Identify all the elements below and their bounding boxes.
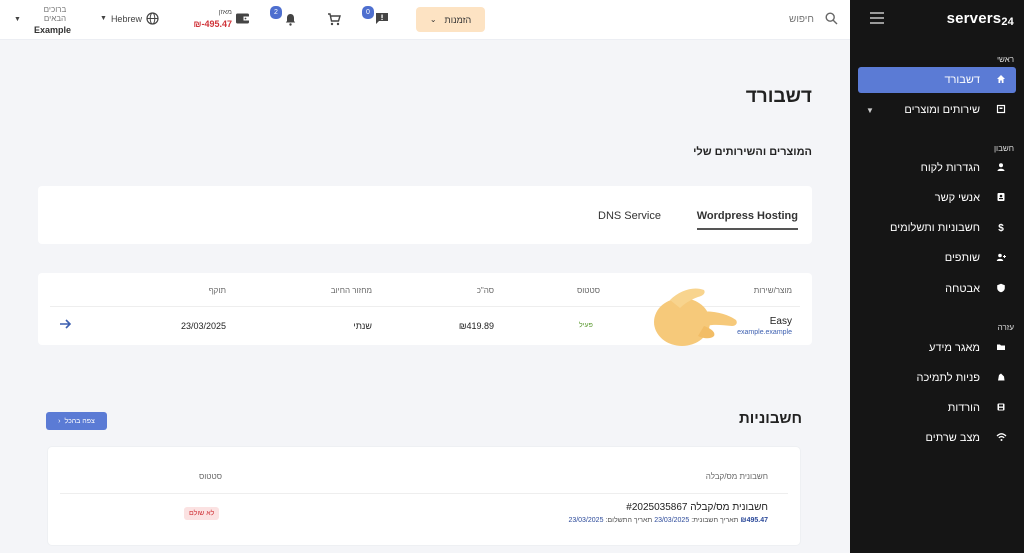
column-header: תוקף: [208, 286, 226, 295]
shield-icon: [994, 283, 1008, 295]
tab-wordpress-hosting[interactable]: Wordpress Hosting: [696, 210, 798, 230]
column-header: מחזור החיוב: [330, 286, 372, 295]
wifi-icon: [994, 432, 1008, 444]
partners-icon: [994, 252, 1008, 264]
sidebar-item-server-status[interactable]: מצב שרתים: [858, 425, 1016, 451]
support-icon: [994, 372, 1008, 384]
cart-button[interactable]: [326, 11, 342, 27]
contacts-icon: [994, 192, 1008, 204]
message-icon: [376, 12, 388, 24]
sidebar-item-knowledgebase[interactable]: מאגר מידע: [858, 335, 1016, 361]
invoices-table: חשבונית מס/קבלה סטטוס חשבונית מס/קבלה #2…: [47, 446, 801, 546]
products-section-title: המוצרים והשירותים שלי: [693, 146, 812, 158]
home-icon: [994, 74, 1008, 86]
column-header: סטטוס: [576, 286, 600, 295]
sidebar-item-support[interactable]: פניות לתמיכה: [858, 365, 1016, 391]
divider: [60, 493, 788, 494]
messages-button[interactable]: [374, 10, 390, 26]
service-billing-cycle: שנתי: [353, 321, 372, 331]
box-icon: [994, 104, 1008, 116]
service-expiry: 23/03/2025: [180, 321, 226, 331]
sidebar-item-dashboard[interactable]: דשבורד: [858, 67, 1016, 93]
wallet-icon: [236, 13, 249, 24]
column-header: חשבונית מס/קבלה: [705, 472, 768, 481]
caret-down-icon: ▼: [100, 15, 107, 22]
invoice-meta: ₪495.47 תאריך חשבונית: 23/03/2025 תאריך …: [568, 517, 768, 524]
notifications-badge: 2: [270, 6, 282, 19]
caret-down-icon: ▼: [14, 16, 21, 23]
dollar-icon: $: [998, 222, 1004, 234]
tab-dns-service[interactable]: DNS Service: [598, 210, 661, 228]
invoice-name[interactable]: חשבונית מס/קבלה #2025035867: [626, 502, 768, 513]
service-total: ₪419.89: [458, 321, 494, 331]
orders-dropdown-button[interactable]: הזמנות ⌄: [416, 7, 485, 32]
cart-icon: [328, 12, 341, 25]
arrow-right-icon[interactable]: [58, 317, 72, 331]
column-header: סטטוס: [198, 472, 222, 481]
chevron-down-icon[interactable]: ▼: [866, 106, 874, 115]
product-tabs: Wordpress Hosting DNS Service: [38, 186, 812, 244]
search-icon[interactable]: [825, 12, 838, 25]
sidebar-item-client-settings[interactable]: הגדרות לקוח: [858, 155, 1016, 181]
invoices-title: חשבוניות: [739, 410, 802, 427]
download-icon: [994, 402, 1008, 414]
page-title: דשבורד: [745, 86, 812, 107]
user-menu[interactable]: ברוכים הבאים Example ▼: [14, 5, 74, 35]
sidebar-item-partners[interactable]: שותפים: [858, 245, 1016, 271]
sidebar-item-invoices[interactable]: $ חשבוניות ותשלומים: [858, 215, 1016, 241]
search-input[interactable]: [734, 10, 814, 28]
section-account-label: חשבון: [993, 144, 1014, 153]
user-icon: [994, 162, 1008, 174]
wallet-balance[interactable]: מאזן 495.47-₪: [192, 9, 250, 31]
chevron-down-icon: ⌄: [429, 15, 437, 24]
notifications-button[interactable]: [283, 12, 297, 26]
sidebar: servers24 ראשי דשבורד שירותים ומוצרים ▼ …: [850, 0, 1024, 553]
service-name[interactable]: Easy: [770, 316, 792, 327]
service-domain[interactable]: example.example: [737, 329, 792, 336]
language-selector[interactable]: ▼ Hebrew: [100, 12, 159, 25]
folder-icon: [994, 342, 1008, 354]
messages-badge: 0: [362, 6, 374, 19]
sidebar-item-contacts[interactable]: אנשי קשר: [858, 185, 1016, 211]
chevron-left-icon: ‹: [58, 417, 61, 425]
username: Example: [33, 25, 71, 35]
sidebar-item-security[interactable]: אבטחה: [858, 276, 1016, 302]
globe-icon: [146, 12, 159, 25]
menu-icon[interactable]: [870, 12, 884, 24]
sidebar-item-downloads[interactable]: הורדות: [858, 395, 1016, 421]
sidebar-item-services[interactable]: שירותים ומוצרים ▼: [858, 97, 1016, 123]
column-header: סה"כ: [476, 286, 494, 295]
status-badge: לא שולם: [184, 507, 220, 520]
column-header: מוצר/שירות: [753, 286, 792, 295]
section-main-label: ראשי: [996, 55, 1014, 64]
status-badge: פעיל: [579, 322, 593, 329]
view-all-button[interactable]: צפה בהכל ‹: [46, 412, 107, 430]
topbar: הזמנות ⌄ 0 2 מאזן 495.47-₪ ▼ Hebrew ברוכ…: [0, 0, 850, 40]
bell-icon: [285, 13, 295, 26]
logo[interactable]: servers24: [947, 10, 1014, 28]
section-help-label: עזרה: [997, 323, 1014, 332]
pointing-hand-icon: [654, 288, 737, 346]
